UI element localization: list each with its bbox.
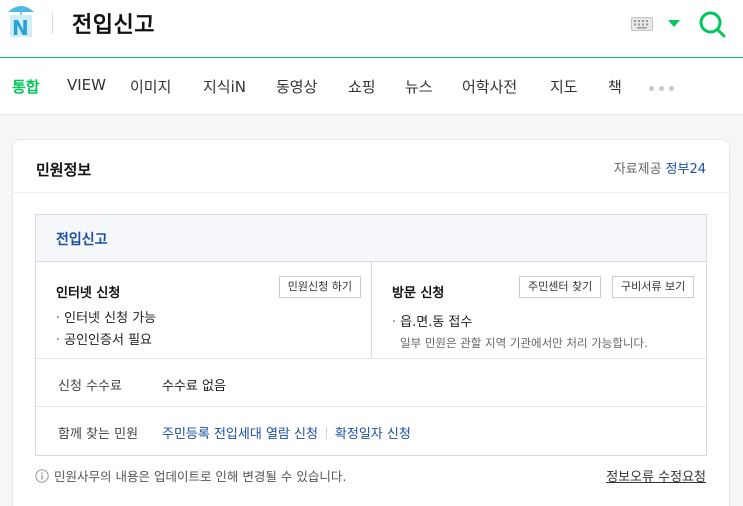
search-query[interactable]: 전입신고: [72, 7, 155, 39]
list-item: 인터넷 신청 가능: [56, 307, 156, 326]
card-divider: [13, 192, 729, 193]
list-item: 공인인증서 필요: [56, 329, 152, 348]
svg-text:N: N: [12, 16, 29, 38]
data-source: 자료제공 정부24: [614, 158, 706, 177]
tab-images[interactable]: 이미지: [130, 76, 171, 97]
more-tabs-icon[interactable]: [649, 86, 674, 91]
search-icon[interactable]: [698, 10, 726, 38]
find-community-center-button[interactable]: 주민센터 찾기: [519, 276, 602, 298]
tab-shopping[interactable]: 쇼핑: [348, 76, 376, 97]
tab-dictionary[interactable]: 어학사전: [462, 76, 517, 97]
fee-label: 신청 수수료: [58, 379, 122, 394]
tab-integrated[interactable]: 통합: [12, 76, 40, 97]
report-error-link[interactable]: 정보오류 수정요청: [606, 466, 706, 485]
list-item: 읍.면.동 접수: [392, 311, 472, 330]
visit-application: 방문 신청 주민센터 찾기 구비서류 보기 읍.면.동 접수 일부 민원은 관할…: [372, 262, 706, 358]
visit-note: 일부 민원은 관할 지역 기관에서만 처리 가능합니다.: [400, 336, 648, 350]
fee-row: 신청 수수료 수수료 없음: [36, 358, 706, 406]
related-link-resident-view[interactable]: 주민등록 전입세대 열람 신청: [162, 423, 318, 442]
service-box: 전입신고 인터넷 신청 민원신청 하기 인터넷 신청 가능 공인인증서 필요 방…: [35, 214, 707, 456]
update-notice-text: 민원사무의 내용은 업데이트로 인해 변경될 수 있습니다.: [54, 469, 347, 484]
tab-news[interactable]: 뉴스: [405, 76, 433, 97]
service-header: 전입신고: [36, 215, 706, 262]
apply-online-button[interactable]: 민원신청 하기: [278, 276, 361, 298]
related-services-row: 함께 찾는 민원 주민등록 전입세대 열람 신청 확정일자 신청: [36, 406, 706, 455]
tab-video[interactable]: 동영상: [276, 76, 317, 97]
keyboard-icon[interactable]: [631, 16, 653, 31]
naver-logo[interactable]: N: [6, 2, 36, 38]
header-divider: [52, 12, 53, 34]
info-icon: [35, 468, 49, 483]
source-link[interactable]: 정부24: [666, 162, 706, 177]
view-required-documents-button[interactable]: 구비서류 보기: [612, 276, 695, 298]
tab-view[interactable]: VIEW: [67, 76, 106, 94]
related-link-fixed-date[interactable]: 확정일자 신청: [335, 423, 411, 442]
source-label: 자료제공: [613, 162, 662, 177]
civil-service-card: 민원정보 자료제공 정부24 전입신고 인터넷 신청 민원신청 하기 인터넷 신청…: [12, 139, 730, 506]
internet-application: 인터넷 신청 민원신청 하기 인터넷 신청 가능 공인인증서 필요: [36, 262, 372, 358]
related-label: 함께 찾는 민원: [58, 427, 139, 442]
link-divider: [325, 426, 327, 439]
chevron-down-icon[interactable]: [668, 20, 680, 27]
card-title: 민원정보: [36, 161, 92, 179]
search-header: N 전입신고: [0, 0, 743, 58]
visit-application-title: 방문 신청: [392, 286, 445, 301]
search-tabs: 통합 VIEW 이미지 지식iN 동영상 쇼핑 뉴스 어학사전 지도 책: [0, 59, 743, 115]
update-notice: 민원사무의 내용은 업데이트로 인해 변경될 수 있습니다.: [35, 466, 346, 485]
service-title[interactable]: 전입신고: [56, 229, 108, 249]
tab-map[interactable]: 지도: [550, 76, 578, 97]
internet-application-title: 인터넷 신청: [56, 286, 121, 301]
tab-knowledge-in[interactable]: 지식iN: [203, 76, 246, 97]
fee-value: 수수료 없음: [162, 379, 226, 394]
related-links: 주민등록 전입세대 열람 신청 확정일자 신청: [162, 423, 411, 442]
tab-books[interactable]: 책: [608, 76, 622, 97]
